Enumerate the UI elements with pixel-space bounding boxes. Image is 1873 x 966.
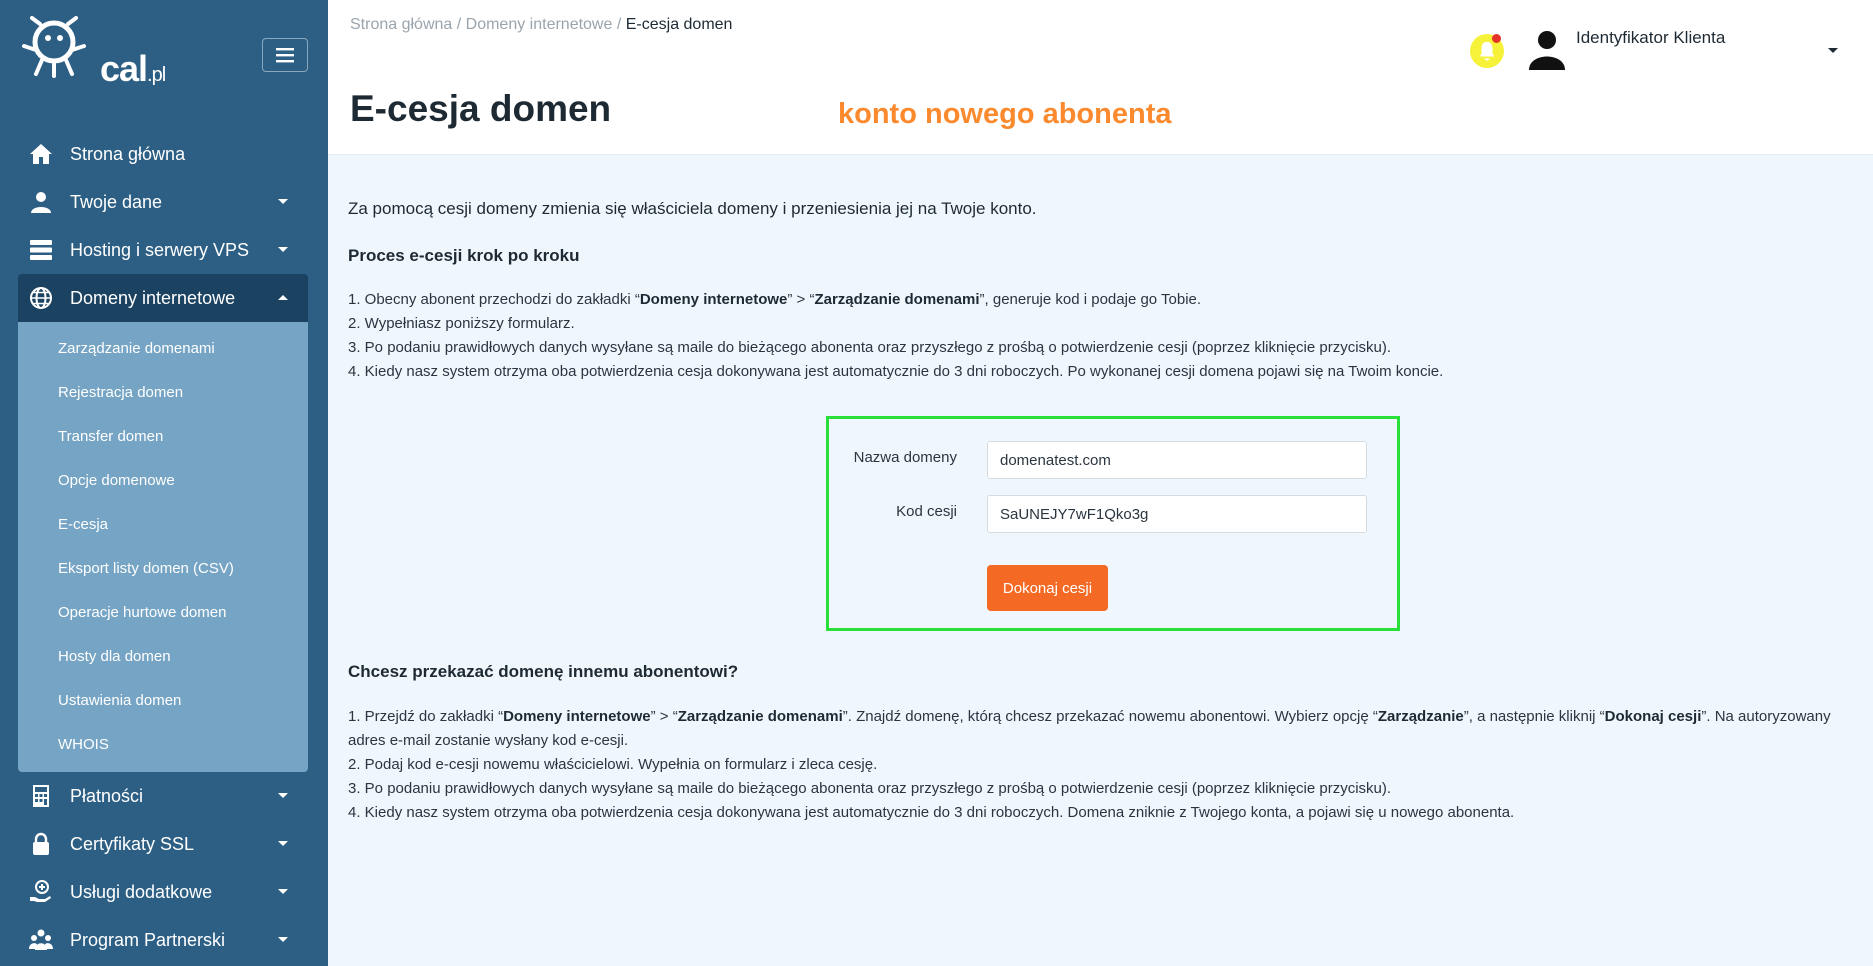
list-item: 3. Po podaniu prawidłowych danych wysyła… [348,780,1392,797]
caret-down-icon [278,889,288,894]
sidebar-item-payments[interactable]: Płatności [18,772,308,820]
sidebar-item-your-data[interactable]: Twoje dane [18,178,308,226]
list-item: 3. Po podaniu prawidłowych danych wysyła… [348,339,1392,356]
sidebar-item-ssl[interactable]: Certyfikaty SSL [18,820,308,868]
submenu-item-bulk-operations[interactable]: Operacje hurtowe domen [18,590,308,634]
caret-down-icon [278,937,288,942]
sidebar-item-label: Twoje dane [70,191,163,212]
intro-text: Za pomocą cesji domeny zmienia się właśc… [348,199,1037,218]
sidebar-item-hosting[interactable]: Hosting i serwery VPS [18,226,308,274]
logo-text: cal.pl [100,48,166,89]
submenu-item-e-cession[interactable]: E-cesja [18,502,308,546]
sidebar-item-label: Hosting i serwery VPS [70,239,250,260]
sidebar-item-label: Program Partnerski [70,929,226,950]
page-header: Strona główna / Domeny internetowe / E-c… [328,0,1873,155]
domains-submenu: Zarządzanie domenami Rejestracja domen T… [18,322,308,772]
annotation-label: konto nowego abonenta [838,98,1172,130]
process-heading: Proces e-cesji krok po kroku [348,246,580,265]
breadcrumb-home[interactable]: Strona główna / [350,16,461,33]
avatar-icon[interactable] [1528,30,1566,70]
submenu-item-domain-hosts[interactable]: Hosty dla domen [18,634,308,678]
list-item: 4. Kiedy nasz system otrzyma oba potwier… [348,363,1444,380]
caret-down-icon [278,793,288,798]
hamburger-icon [276,48,294,63]
breadcrumb: Strona główna / Domeny internetowe / E-c… [350,16,732,34]
caret-up-icon [278,295,288,300]
submenu-item-domain-management[interactable]: Zarządzanie domenami [18,326,308,370]
caret-down-icon [278,199,288,204]
bell-icon [1479,41,1495,61]
sidebar: cal.pl Strona główna Twoje dane Hosting … [0,0,328,966]
user-menu-caret-icon[interactable] [1828,48,1838,53]
breadcrumb-domains[interactable]: Domeny internetowe / [466,16,622,33]
submenu-item-domain-settings[interactable]: Ustawienia domen [18,678,308,722]
submit-cession-button[interactable]: Dokonaj cesji [987,565,1108,611]
hand-plus-icon [26,879,56,905]
submenu-item-whois[interactable]: WHOIS [18,722,308,766]
cession-code-input[interactable] [987,495,1367,533]
list-item: 1. Obecny abonent przechodzi do zakładki… [348,291,1202,308]
breadcrumb-current: E-cesja domen [625,16,733,33]
sidebar-item-label: Domeny internetowe [70,287,236,308]
domain-name-input[interactable] [987,441,1367,479]
sidebar-item-label: Usługi dodatkowe [70,881,213,902]
sidebar-item-additional-services[interactable]: Usługi dodatkowe [18,868,308,916]
submenu-item-domain-registration[interactable]: Rejestracja domen [18,370,308,414]
transfer-heading: Chcesz przekazać domenę innemu abonentow… [348,662,739,681]
sidebar-item-label: Płatności [70,785,144,806]
submenu-item-export-csv[interactable]: Eksport listy domen (CSV) [18,546,308,590]
sidebar-item-home[interactable]: Strona główna [18,130,308,178]
page-title: E-cesja domen [350,88,612,129]
menu-toggle-button[interactable] [262,38,308,72]
user-icon [26,189,56,215]
server-icon [26,237,56,263]
notification-badge [1492,34,1501,43]
calculator-icon [26,783,56,809]
list-item: 2. Podaj kod e-cesji nowemu właścicielow… [348,756,878,773]
lock-icon [26,831,56,857]
logo-mascot-icon [22,16,86,78]
sidebar-item-domains[interactable]: Domeny internetowe [18,274,308,322]
globe-icon [26,285,56,311]
e-cession-form: Nazwa domeny Kod cesji Dokonaj cesji [826,416,1400,631]
list-item: 1. Przejdź do zakładki “Domeny interneto… [348,708,1831,749]
list-item: 4. Kiedy nasz system otrzyma oba potwier… [348,804,1515,821]
caret-down-icon [278,841,288,846]
cession-code-label: Kod cesji [896,503,957,520]
sidebar-nav: Strona główna Twoje dane Hosting i serwe… [18,130,308,964]
sidebar-item-partner-program[interactable]: Program Partnerski [18,916,308,964]
sidebar-item-label: Strona główna [70,143,186,164]
users-group-icon [26,927,56,953]
caret-down-icon [278,247,288,252]
user-name[interactable]: Identyfikator Klienta [1576,28,1725,48]
logo[interactable]: cal.pl [18,16,178,89]
sidebar-item-label: Certyfikaty SSL [70,833,195,854]
submenu-item-domain-transfer[interactable]: Transfer domen [18,414,308,458]
transfer-steps-list: 1. Przejdź do zakładki “Domeny interneto… [348,705,1858,825]
submenu-item-domain-options[interactable]: Opcje domenowe [18,458,308,502]
domain-name-label: Nazwa domeny [853,449,957,466]
list-item: 2. Wypełniasz poniższy formularz. [348,315,575,332]
home-icon [26,141,56,167]
process-steps-list: 1. Obecny abonent przechodzi do zakładki… [348,288,1858,384]
